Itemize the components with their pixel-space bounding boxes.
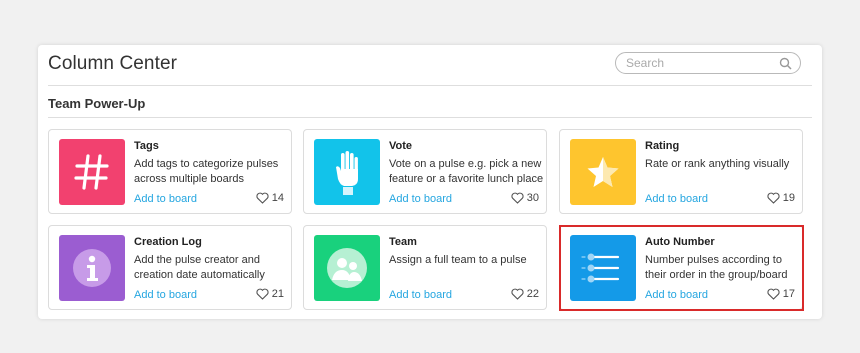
team-thumbnail xyxy=(314,235,380,301)
card-description: Rate or rank anything visually xyxy=(645,158,790,170)
card-team[interactable]: Team Assign a full team to a pulse Add t… xyxy=(303,225,547,310)
tags-thumbnail xyxy=(59,139,125,205)
heart-icon[interactable] xyxy=(767,192,780,204)
search-icon[interactable] xyxy=(779,57,792,70)
add-to-board-link[interactable]: Add to board xyxy=(389,193,452,205)
card-description: Assign a full team to a pulse xyxy=(389,254,527,266)
card-name: Tags xyxy=(134,140,159,152)
card-creation-log[interactable]: Creation Log Add the pulse creator and c… xyxy=(48,225,292,310)
card-vote[interactable]: Vote Vote on a pulse e.g. pick a new fea… xyxy=(303,129,547,214)
card-description: Add tags to categorize pulses across mul… xyxy=(134,158,279,185)
info-icon xyxy=(73,249,111,287)
search-box[interactable] xyxy=(615,52,801,74)
card-tags[interactable]: Tags Add tags to categorize pulses acros… xyxy=(48,129,292,214)
heart-icon[interactable] xyxy=(256,288,269,300)
heart-icon[interactable] xyxy=(511,288,524,300)
card-description: Vote on a pulse e.g. pick a new feature … xyxy=(389,158,544,185)
card-name: Vote xyxy=(389,140,413,152)
card-description: Add the pulse creator and creation date … xyxy=(134,254,265,281)
page-title: Column Center xyxy=(48,53,178,74)
vote-thumbnail xyxy=(314,139,380,205)
column-center-panel: Column Center Team Power-Up Tags Add tag… xyxy=(38,45,822,319)
header-divider xyxy=(48,85,812,86)
card-name: Creation Log xyxy=(134,236,202,248)
likes-number: 21 xyxy=(271,288,284,300)
team-icon xyxy=(327,248,367,288)
likes-count[interactable]: 22 xyxy=(511,288,539,300)
hashtag-icon xyxy=(74,154,109,190)
raised-hand-icon xyxy=(336,151,358,195)
card-rating[interactable]: Rating Rate or rank anything visually Ad… xyxy=(559,129,803,214)
add-to-board-link[interactable]: Add to board xyxy=(134,193,197,205)
heart-icon[interactable] xyxy=(256,192,269,204)
section-divider xyxy=(48,117,812,118)
star-icon xyxy=(587,157,619,187)
add-to-board-link[interactable]: Add to board xyxy=(389,289,452,301)
card-name: Team xyxy=(389,236,417,248)
likes-number: 14 xyxy=(271,192,284,204)
section-title: Team Power-Up xyxy=(48,96,146,111)
heart-icon[interactable] xyxy=(511,192,524,204)
likes-number: 22 xyxy=(526,288,539,300)
likes-count[interactable]: 14 xyxy=(256,192,284,204)
likes-number: 19 xyxy=(782,192,795,204)
creation-log-thumbnail xyxy=(59,235,125,301)
search-input[interactable] xyxy=(626,55,776,71)
add-to-board-link[interactable]: Add to board xyxy=(645,193,708,205)
add-to-board-link[interactable]: Add to board xyxy=(134,289,197,301)
likes-count[interactable]: 21 xyxy=(256,288,284,300)
likes-count[interactable]: 19 xyxy=(767,192,795,204)
card-name: Rating xyxy=(645,140,680,152)
rating-thumbnail xyxy=(570,139,636,205)
likes-number: 30 xyxy=(526,192,539,204)
likes-count[interactable]: 30 xyxy=(511,192,539,204)
selection-highlight xyxy=(559,225,804,311)
